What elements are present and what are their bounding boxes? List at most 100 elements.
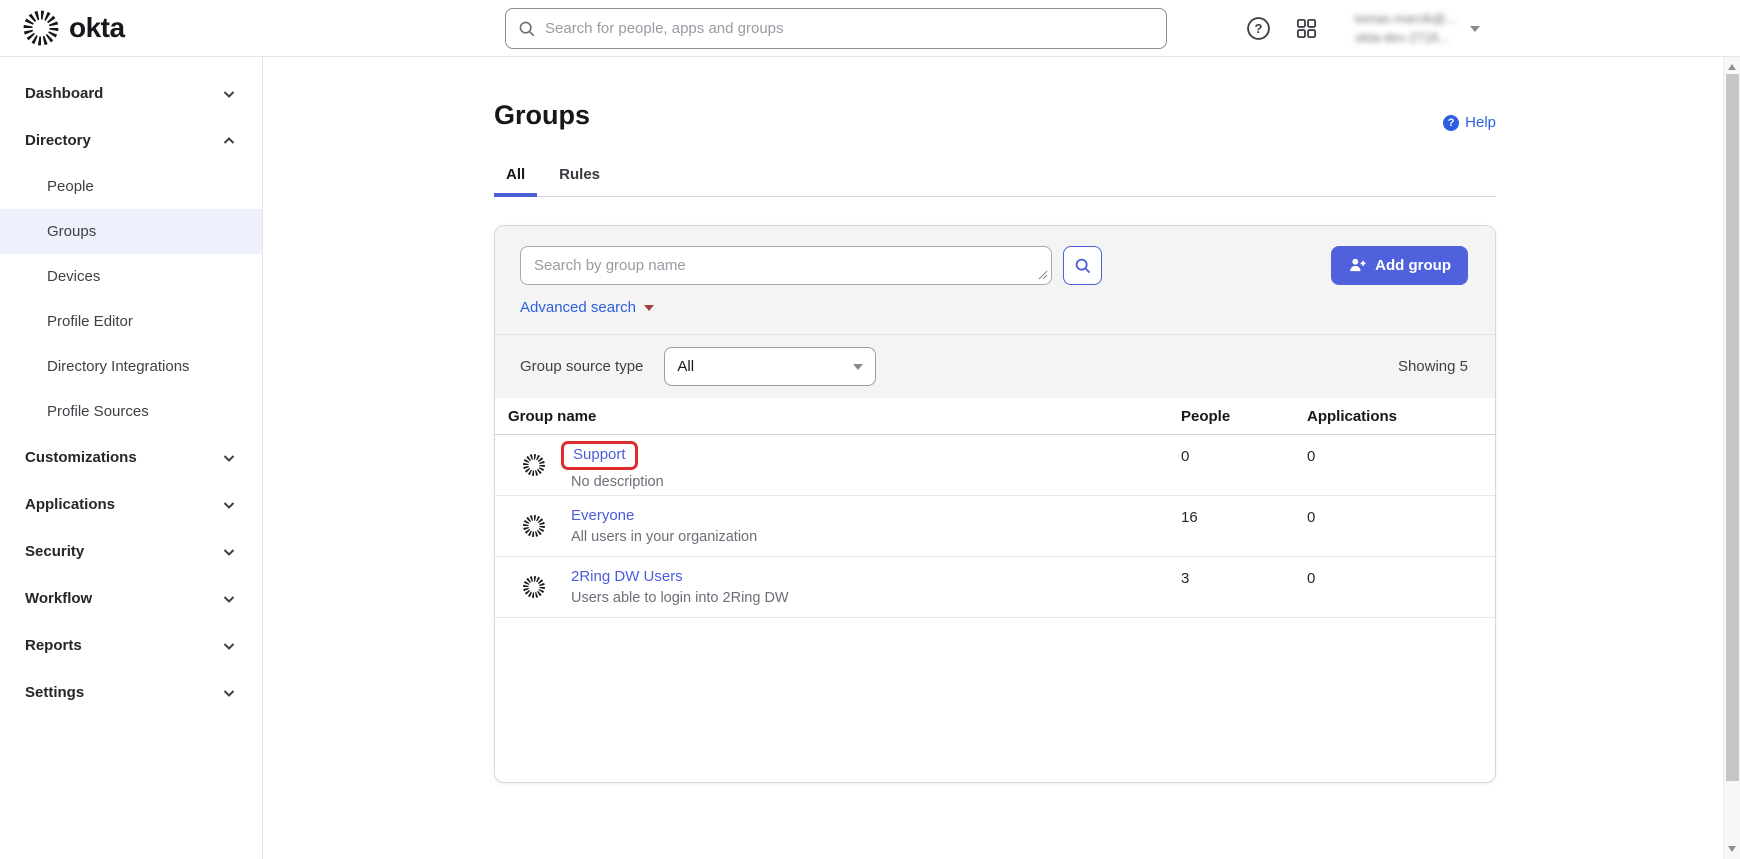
table-row: Everyone All users in your organization …: [495, 496, 1495, 557]
annotation-highlight: Support: [561, 441, 638, 470]
question-circle-icon: ?: [1246, 16, 1271, 41]
account-menu[interactable]: tomas.marcik@... okta-dev-2718...: [1355, 10, 1480, 48]
group-description: Users able to login into 2Ring DW: [571, 590, 789, 606]
applications-count: 0: [1307, 435, 1495, 495]
chevron-down-icon: [222, 639, 236, 653]
main-area: Groups ? Help All Rules: [263, 57, 1740, 859]
advanced-search-label: Advanced search: [520, 299, 636, 316]
group-source-type-select[interactable]: All: [664, 347, 876, 386]
groups-card: Add group Advanced search Group source t…: [494, 225, 1496, 783]
group-source-type-label: Group source type: [520, 358, 643, 375]
help-link-label: Help: [1465, 114, 1496, 131]
top-bar: okta ? tomas.marcik@... okta: [0, 0, 1740, 57]
person-add-icon: [1348, 256, 1367, 275]
chevron-down-icon: [222, 498, 236, 512]
scroll-up-arrow-icon[interactable]: [1728, 64, 1736, 70]
group-avatar-icon: [522, 514, 546, 538]
filter-panel: Add group Advanced search Group source t…: [495, 226, 1495, 398]
group-search-button[interactable]: [1063, 246, 1102, 285]
group-description: All users in your organization: [571, 529, 757, 545]
table-header: Group name People Applications: [495, 398, 1495, 435]
sidebar-item-directory-integrations[interactable]: Directory Integrations: [0, 344, 262, 389]
sidebar-item-devices[interactable]: Devices: [0, 254, 262, 299]
sidebar-item-label: Directory Integrations: [47, 358, 190, 375]
account-org: okta-dev-2718...: [1355, 29, 1456, 48]
help-link[interactable]: ? Help: [1443, 114, 1496, 131]
col-group-name: Group name: [508, 408, 1181, 425]
sidebar-item-label: Applications: [25, 496, 115, 513]
sidebar-item-label: Profile Editor: [47, 313, 133, 330]
people-count: 3: [1181, 557, 1307, 617]
tab-bar: All Rules: [494, 158, 1496, 197]
account-email: tomas.marcik@...: [1355, 10, 1456, 29]
group-link-2ring-dw-users[interactable]: 2Ring DW Users: [571, 568, 683, 585]
sidebar-item-directory[interactable]: Directory: [0, 117, 262, 164]
applications-count: 0: [1307, 557, 1495, 617]
sidebar-item-customizations[interactable]: Customizations: [0, 434, 262, 481]
add-group-button[interactable]: Add group: [1331, 246, 1468, 285]
advanced-search-toggle[interactable]: Advanced search: [520, 299, 654, 316]
tab-rules[interactable]: Rules: [547, 158, 612, 196]
sidebar-item-profile-editor[interactable]: Profile Editor: [0, 299, 262, 344]
add-group-label: Add group: [1375, 257, 1451, 274]
okta-logo[interactable]: okta: [22, 9, 125, 47]
sidebar-item-label: Security: [25, 543, 84, 560]
scroll-down-arrow-icon[interactable]: [1728, 846, 1736, 852]
sidebar-item-workflow[interactable]: Workflow: [0, 575, 262, 622]
topbar-right: ? tomas.marcik@... okta-dev-2718...: [1245, 0, 1480, 57]
showing-count: Showing 5: [1398, 358, 1468, 375]
account-identity: tomas.marcik@... okta-dev-2718...: [1355, 10, 1456, 48]
sidebar-item-groups[interactable]: Groups: [0, 209, 262, 254]
chevron-down-icon: [222, 545, 236, 559]
sidebar-item-security[interactable]: Security: [0, 528, 262, 575]
group-link-everyone[interactable]: Everyone: [571, 507, 634, 524]
group-link-support[interactable]: Support: [573, 446, 626, 463]
chevron-down-icon: [222, 592, 236, 606]
table-row: Support No description 0 0: [495, 435, 1495, 496]
tab-all[interactable]: All: [494, 158, 537, 196]
group-avatar-icon: [522, 453, 546, 477]
vertical-scrollbar[interactable]: [1723, 57, 1740, 859]
sidebar-item-label: Reports: [25, 637, 82, 654]
page-title: Groups: [494, 100, 1496, 131]
group-description: No description: [571, 474, 664, 490]
resize-handle-icon[interactable]: [1038, 270, 1048, 280]
sidebar-item-label: Customizations: [25, 449, 137, 466]
col-people: People: [1181, 408, 1307, 425]
sidebar-item-people[interactable]: People: [0, 164, 262, 209]
sidebar-item-applications[interactable]: Applications: [0, 481, 262, 528]
chevron-down-icon: [222, 87, 236, 101]
scrollbar-thumb[interactable]: [1726, 74, 1739, 781]
grid-icon: [1295, 17, 1318, 40]
sidebar-item-label: Workflow: [25, 590, 92, 607]
chevron-down-icon: [222, 451, 236, 465]
sidebar-item-label: Directory: [25, 132, 91, 149]
app-switcher-button[interactable]: [1293, 16, 1319, 42]
chevron-down-icon: [853, 364, 863, 370]
group-search-input[interactable]: [520, 246, 1052, 285]
sidebar-item-profile-sources[interactable]: Profile Sources: [0, 389, 262, 434]
people-count: 16: [1181, 496, 1307, 556]
group-avatar-icon: [522, 575, 546, 599]
sidebar-item-label: Groups: [47, 223, 96, 240]
global-search-input[interactable]: [545, 20, 1154, 37]
sidebar-item-dashboard[interactable]: Dashboard: [0, 70, 262, 117]
sidebar-item-label: Profile Sources: [47, 403, 149, 420]
sidebar-item-label: Dashboard: [25, 85, 103, 102]
svg-text:?: ?: [1254, 21, 1262, 36]
applications-count: 0: [1307, 496, 1495, 556]
sidebar-item-settings[interactable]: Settings: [0, 669, 262, 716]
sidebar-item-reports[interactable]: Reports: [0, 622, 262, 669]
caret-down-icon: [644, 305, 654, 311]
brand-wordmark: okta: [69, 12, 125, 44]
chevron-down-icon: [1470, 26, 1480, 32]
help-button[interactable]: ?: [1245, 16, 1271, 42]
table-row: 2Ring DW Users Users able to login into …: [495, 557, 1495, 618]
search-icon: [1074, 257, 1092, 275]
global-search[interactable]: [505, 8, 1167, 49]
people-count: 0: [1181, 435, 1307, 495]
chevron-up-icon: [222, 134, 236, 148]
page-footer: © 2024 Okta, Inc. Privacy Status site OK…: [494, 847, 1730, 859]
sidebar-item-label: Settings: [25, 684, 84, 701]
select-value: All: [677, 358, 694, 375]
